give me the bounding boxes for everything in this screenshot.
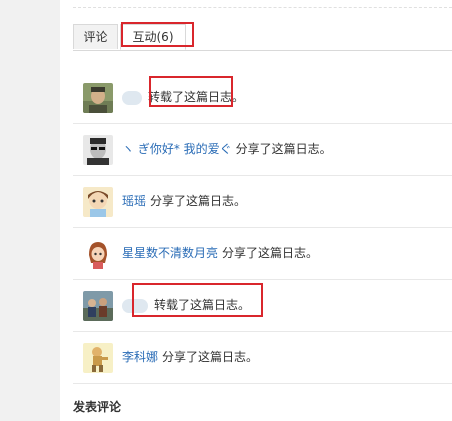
activity-text: ヽ ぎ你好* 我的爱ぐ 分享了这篇日志。 <box>122 141 332 157</box>
activity-action: 分享了这篇日志。 <box>235 142 332 156</box>
glasses-man-avatar[interactable] <box>83 135 113 165</box>
activity-text: 李科娜 分享了这篇日志。 <box>122 349 258 365</box>
activity-text: 星星数不清数月亮 分享了这篇日志。 <box>122 245 318 261</box>
activity-text: 瑶瑶 分享了这篇日志。 <box>122 193 246 209</box>
username-link[interactable]: 星星数不清数月亮 <box>122 246 218 260</box>
man-photo-avatar[interactable] <box>83 83 113 113</box>
interaction-panel: 评论 互动(6) 转载了这篇日志。 ヽ ぎ你好* 我的爱ぐ 分享了这篇日志。 瑶… <box>73 0 452 421</box>
cartoon-girl-avatar[interactable] <box>83 187 113 217</box>
post-comment-heading: 发表评论 <box>73 400 122 414</box>
activity-row: 李科娜 分享了这篇日志。 <box>73 332 452 384</box>
top-divider <box>73 7 452 8</box>
activity-row: 星星数不清数月亮 分享了这篇日志。 <box>73 228 452 280</box>
reshare-highlight-box <box>149 76 233 107</box>
activity-action: 分享了这篇日志。 <box>150 194 247 208</box>
tab-comments[interactable]: 评论 <box>73 24 118 49</box>
tab-highlight-box <box>121 22 194 47</box>
activity-row: 瑶瑶 分享了这篇日志。 <box>73 176 452 228</box>
cartoon-figure-avatar[interactable] <box>83 343 113 373</box>
username-link[interactable]: ヽ ぎ你好* 我的爱ぐ <box>122 142 232 156</box>
activity-row: ヽ ぎ你好* 我的爱ぐ 分享了这篇日志。 <box>73 124 452 176</box>
blurred-username <box>122 90 142 105</box>
group-photo-avatar[interactable] <box>83 291 113 321</box>
reshare-highlight-box <box>132 283 263 317</box>
activity-row: 转载了这篇日志。 <box>73 72 452 124</box>
left-gutter <box>0 0 60 421</box>
username-link[interactable]: 李科娜 <box>122 350 158 364</box>
activity-action: 分享了这篇日志。 <box>162 350 259 364</box>
anime-girl-avatar[interactable] <box>83 239 113 269</box>
username-link[interactable]: 瑶瑶 <box>122 194 146 208</box>
activity-action: 分享了这篇日志。 <box>222 246 319 260</box>
